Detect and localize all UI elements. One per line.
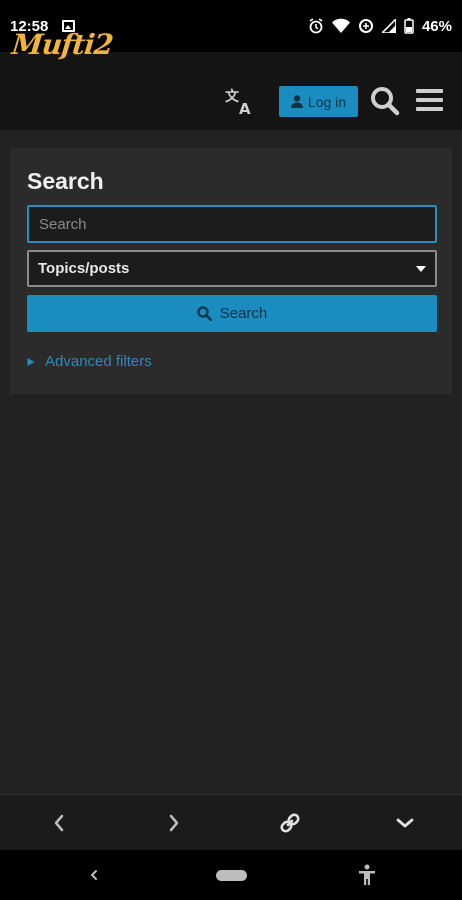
alarm-icon bbox=[309, 18, 323, 34]
advanced-filters-toggle[interactable]: Advanced filters bbox=[27, 353, 152, 370]
translate-icon[interactable]: 文 A bbox=[224, 86, 254, 121]
chevron-right-icon[interactable] bbox=[159, 809, 189, 837]
search-button-label: Search bbox=[219, 305, 268, 322]
svg-text:文: 文 bbox=[225, 88, 240, 105]
data-saver-icon bbox=[358, 19, 373, 33]
dropdown-caret-icon bbox=[416, 265, 426, 272]
status-icons: 46% bbox=[308, 18, 452, 35]
expand-arrow-icon bbox=[27, 357, 35, 366]
advanced-filters-label: Advanced filters bbox=[45, 353, 152, 370]
link-icon[interactable] bbox=[275, 809, 305, 837]
chevron-down-icon[interactable] bbox=[390, 809, 420, 837]
user-icon bbox=[290, 95, 303, 108]
login-label: Log in bbox=[307, 93, 347, 110]
search-panel: Search Topics/posts Search Advanced filt… bbox=[10, 148, 452, 394]
browser-toolbar bbox=[0, 794, 462, 850]
search-icon[interactable] bbox=[370, 86, 400, 121]
svg-text:A: A bbox=[239, 100, 251, 116]
battery-level: 46% bbox=[421, 17, 452, 35]
search-input[interactable] bbox=[27, 205, 437, 243]
search-icon bbox=[197, 306, 212, 321]
search-submit-button[interactable]: Search bbox=[27, 295, 437, 332]
accessibility-icon[interactable] bbox=[358, 864, 376, 891]
search-scope-value: Topics/posts bbox=[38, 260, 130, 277]
battery-icon bbox=[404, 18, 414, 34]
signal-icon bbox=[381, 19, 396, 33]
system-nav-bar bbox=[0, 850, 462, 900]
chevron-left-icon[interactable] bbox=[44, 809, 74, 837]
wifi-icon bbox=[331, 18, 350, 33]
hamburger-menu-icon[interactable] bbox=[416, 87, 443, 118]
login-button[interactable]: Log in bbox=[279, 86, 358, 117]
nav-home-pill[interactable] bbox=[216, 870, 247, 881]
page-title: Search bbox=[27, 168, 104, 194]
nav-back-icon[interactable] bbox=[88, 866, 100, 889]
search-scope-select[interactable]: Topics/posts bbox=[27, 250, 437, 287]
site-logo[interactable]: Mufti2 bbox=[10, 28, 114, 61]
